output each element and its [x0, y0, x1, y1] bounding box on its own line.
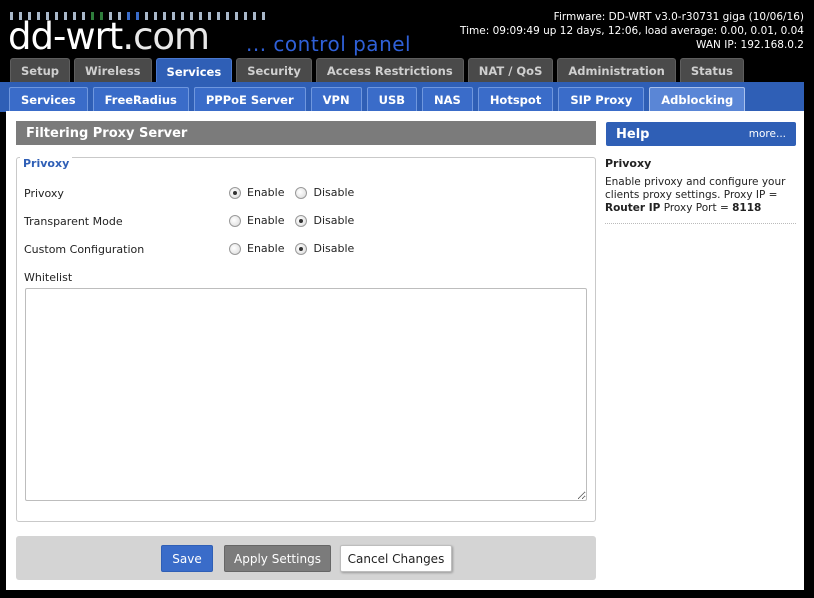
sub-nav: Services FreeRadius PPPoE Server VPN USB… — [9, 87, 746, 112]
subtab-pppoe-server[interactable]: PPPoE Server — [193, 87, 306, 112]
transparent-mode-disable-radio[interactable] — [295, 214, 308, 227]
subtab-hotspot[interactable]: Hotspot — [477, 87, 554, 112]
help-body: Privoxy Enable privoxy and configure you… — [605, 157, 796, 215]
cancel-changes-button[interactable]: Cancel Changes — [340, 545, 452, 572]
section-title: Filtering Proxy Server — [16, 121, 596, 145]
custom-config-enable-label: Enable — [247, 242, 285, 255]
apply-settings-button[interactable]: Apply Settings — [224, 545, 331, 572]
tab-access-restrictions[interactable]: Access Restrictions — [315, 58, 464, 83]
uptime-info: Time: 09:09:49 up 12 days, 12:06, load a… — [460, 25, 804, 37]
subtab-nas[interactable]: NAS — [422, 87, 473, 112]
subtab-usb[interactable]: USB — [366, 87, 417, 112]
privoxy-disable-radio[interactable] — [295, 186, 308, 199]
help-text: Enable privoxy and configure your client… — [605, 176, 786, 214]
whitelist-label: Whitelist — [24, 271, 73, 284]
router-info: Firmware: DD-WRT v3.0-r30731 giga (10/06… — [460, 10, 804, 52]
custom-config-label: Custom Configuration — [24, 243, 145, 256]
control-panel-subtitle: ... control panel — [246, 32, 412, 56]
custom-config-disable-radio[interactable] — [295, 242, 308, 255]
privoxy-enable-label: Enable — [247, 186, 285, 199]
privoxy-radio-group: Enable Disable — [229, 186, 354, 199]
tab-wireless[interactable]: Wireless — [74, 58, 152, 83]
subtab-vpn[interactable]: VPN — [310, 87, 362, 112]
subtab-sip-proxy[interactable]: SIP Proxy — [558, 87, 645, 112]
privoxy-label: Privoxy — [24, 187, 64, 200]
tab-status[interactable]: Status — [679, 58, 744, 83]
custom-config-disable-label: Disable — [313, 242, 355, 255]
firmware-info: Firmware: DD-WRT v3.0-r30731 giga (10/06… — [553, 11, 804, 23]
tab-administration[interactable]: Administration — [557, 58, 676, 83]
help-heading: Privoxy — [605, 157, 652, 170]
tab-security[interactable]: Security — [236, 58, 312, 83]
tab-setup[interactable]: Setup — [10, 58, 70, 83]
fieldset-legend: Privoxy — [20, 157, 73, 170]
save-button[interactable]: Save — [161, 545, 213, 572]
subtab-adblocking[interactable]: Adblocking — [649, 87, 746, 112]
help-header: Help more... — [606, 122, 796, 146]
custom-config-radio-group: Enable Disable — [229, 242, 354, 255]
transparent-mode-enable-label: Enable — [247, 214, 285, 227]
help-divider — [605, 223, 796, 224]
help-more-link[interactable]: more... — [749, 128, 786, 140]
subtab-services[interactable]: Services — [9, 87, 88, 112]
transparent-mode-enable-radio[interactable] — [229, 214, 241, 227]
tab-services[interactable]: Services — [155, 58, 233, 84]
subtab-freeradius[interactable]: FreeRadius — [92, 87, 189, 112]
dd-wrt-logo: dd-wrt.com — [8, 15, 210, 58]
custom-config-enable-radio[interactable] — [229, 242, 241, 255]
tab-nat-qos[interactable]: NAT / QoS — [467, 58, 554, 83]
whitelist-textarea[interactable] — [25, 288, 587, 501]
privoxy-disable-label: Disable — [313, 186, 355, 199]
wan-ip-info: WAN IP: 192.168.0.2 — [696, 39, 804, 51]
transparent-mode-label: Transparent Mode — [24, 215, 123, 228]
help-title: Help — [616, 126, 650, 142]
privoxy-enable-radio[interactable] — [229, 186, 241, 199]
transparent-mode-disable-label: Disable — [313, 214, 355, 227]
main-nav: Setup Wireless Services Security Access … — [10, 58, 744, 84]
transparent-mode-radio-group: Enable Disable — [229, 214, 354, 227]
